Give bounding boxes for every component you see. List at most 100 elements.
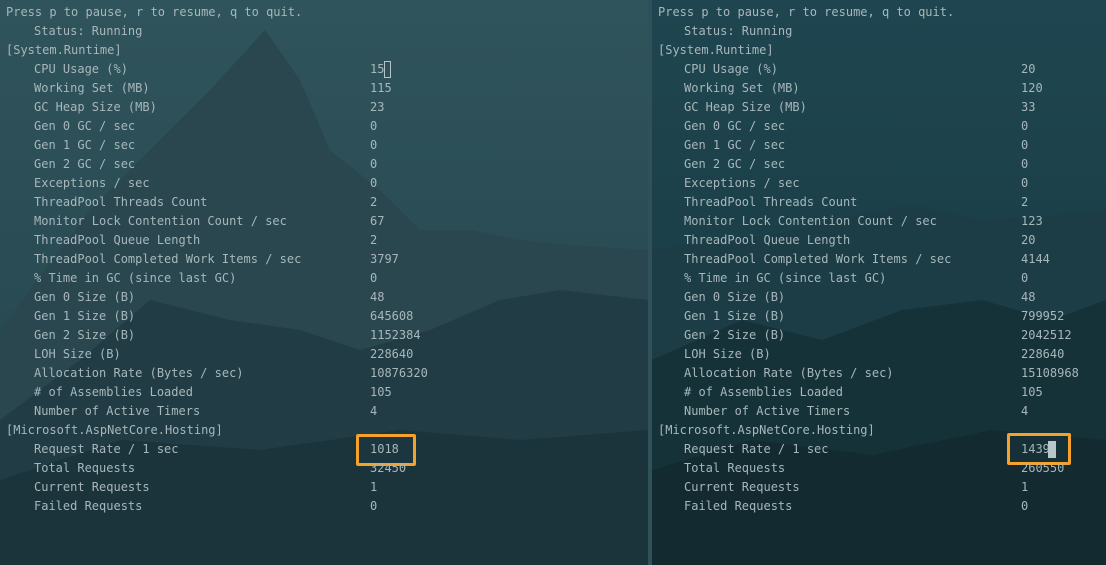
status-line: Status: Running bbox=[684, 24, 793, 38]
metric-value: 0 bbox=[1021, 119, 1029, 133]
metric-name: LOH Size (B) bbox=[684, 347, 771, 361]
metric-value: 0 bbox=[370, 176, 378, 190]
metric-value: 0 bbox=[1021, 138, 1029, 152]
metric-value: 0 bbox=[1021, 499, 1029, 513]
metric-value: 115 bbox=[370, 81, 392, 95]
metric-name: Gen 2 GC / sec bbox=[684, 157, 786, 171]
metric-name: # of Assemblies Loaded bbox=[34, 385, 193, 399]
metric-value: 10876320 bbox=[370, 366, 428, 380]
metric-name: Total Requests bbox=[684, 461, 786, 475]
metric-name: Gen 0 Size (B) bbox=[684, 290, 786, 304]
metric-name: CPU Usage (%) bbox=[34, 62, 128, 76]
metric-name: Gen 2 Size (B) bbox=[684, 328, 786, 342]
metric-value: 15 bbox=[370, 62, 385, 76]
metric-name: Gen 0 GC / sec bbox=[34, 119, 136, 133]
metric-name: Gen 0 GC / sec bbox=[684, 119, 786, 133]
metric-name: Total Requests bbox=[34, 461, 136, 475]
section-header-runtime: [System.Runtime] bbox=[658, 43, 774, 57]
hint-line: Press p to pause, r to resume, q to quit… bbox=[658, 5, 955, 19]
terminal-pane-left[interactable]: Press p to pause, r to resume, q to quit… bbox=[0, 0, 648, 565]
metric-value: 0 bbox=[1021, 157, 1029, 171]
metric-name: ThreadPool Queue Length bbox=[34, 233, 201, 247]
metric-value: 48 bbox=[1021, 290, 1036, 304]
metric-name: Number of Active Timers bbox=[34, 404, 201, 418]
section-header-hosting: [Microsoft.AspNetCore.Hosting] bbox=[658, 423, 875, 437]
metric-name: Allocation Rate (Bytes / sec) bbox=[684, 366, 894, 380]
metric-value: 1 bbox=[370, 480, 378, 494]
metric-value: 2 bbox=[370, 233, 378, 247]
metric-value: 2042512 bbox=[1021, 328, 1072, 342]
metric-value: 0 bbox=[370, 119, 378, 133]
metric-name: ThreadPool Completed Work Items / sec bbox=[684, 252, 952, 266]
cursor bbox=[384, 61, 391, 78]
metric-name: Gen 1 GC / sec bbox=[684, 138, 786, 152]
metric-name: Gen 0 Size (B) bbox=[34, 290, 136, 304]
metric-name: ThreadPool Completed Work Items / sec bbox=[34, 252, 302, 266]
metric-value: 33 bbox=[1021, 100, 1036, 114]
metric-value: 645608 bbox=[370, 309, 414, 323]
metric-value: 2 bbox=[1021, 195, 1029, 209]
metric-value: 15108968 bbox=[1021, 366, 1079, 380]
metric-name: CPU Usage (%) bbox=[684, 62, 778, 76]
cursor bbox=[1048, 441, 1056, 458]
metric-name: Monitor Lock Contention Count / sec bbox=[34, 214, 287, 228]
metric-name: Monitor Lock Contention Count / sec bbox=[684, 214, 937, 228]
metric-name: Number of Active Timers bbox=[684, 404, 851, 418]
metric-name: # of Assemblies Loaded bbox=[684, 385, 843, 399]
metric-value: 0 bbox=[370, 271, 378, 285]
metric-value: 228640 bbox=[370, 347, 414, 361]
metric-value: 4144 bbox=[1021, 252, 1050, 266]
metric-name: ThreadPool Threads Count bbox=[684, 195, 858, 209]
metric-value: 228640 bbox=[1021, 347, 1065, 361]
metric-name: GC Heap Size (MB) bbox=[34, 100, 157, 114]
metric-value: 0 bbox=[1021, 176, 1029, 190]
section-header-runtime: [System.Runtime] bbox=[6, 43, 122, 57]
metric-value: 260550 bbox=[1021, 461, 1065, 475]
metric-value: 48 bbox=[370, 290, 385, 304]
metric-name: Failed Requests bbox=[34, 499, 143, 513]
metric-name: Exceptions / sec bbox=[684, 176, 800, 190]
request-rate-value: 1018 bbox=[370, 442, 399, 456]
metric-value: 23 bbox=[370, 100, 385, 114]
metric-name: % Time in GC (since last GC) bbox=[34, 271, 237, 285]
metric-name: Current Requests bbox=[34, 480, 150, 494]
metric-name: Working Set (MB) bbox=[34, 81, 150, 95]
metric-value: 799952 bbox=[1021, 309, 1065, 323]
metric-value: 2 bbox=[370, 195, 378, 209]
metric-value: 0 bbox=[370, 138, 378, 152]
metric-value: 105 bbox=[370, 385, 392, 399]
metric-value: 4 bbox=[1021, 404, 1029, 418]
section-header-hosting: [Microsoft.AspNetCore.Hosting] bbox=[6, 423, 223, 437]
metric-value: 0 bbox=[1021, 271, 1029, 285]
metric-value: 0 bbox=[370, 157, 378, 171]
metric-name: ThreadPool Queue Length bbox=[684, 233, 851, 247]
metric-value: 67 bbox=[370, 214, 385, 228]
metric-name: Allocation Rate (Bytes / sec) bbox=[34, 366, 244, 380]
metric-name: Gen 1 Size (B) bbox=[34, 309, 136, 323]
metric-name: ThreadPool Threads Count bbox=[34, 195, 208, 209]
terminal-pane-right[interactable]: Press p to pause, r to resume, q to quit… bbox=[652, 0, 1106, 565]
metric-value: 120 bbox=[1021, 81, 1043, 95]
metric-value: 20 bbox=[1021, 62, 1036, 76]
metric-value: 32450 bbox=[370, 461, 407, 475]
metric-value: 4 bbox=[370, 404, 378, 418]
metric-value: 1 bbox=[1021, 480, 1029, 494]
metric-name: GC Heap Size (MB) bbox=[684, 100, 807, 114]
metric-name: Working Set (MB) bbox=[684, 81, 800, 95]
metric-name: LOH Size (B) bbox=[34, 347, 121, 361]
metric-value: 105 bbox=[1021, 385, 1043, 399]
metric-name: Request Rate / 1 sec bbox=[684, 442, 829, 456]
metric-name: Gen 2 GC / sec bbox=[34, 157, 136, 171]
metric-name: Gen 1 GC / sec bbox=[34, 138, 136, 152]
metric-value: 20 bbox=[1021, 233, 1036, 247]
request-rate-value: 1439 bbox=[1021, 442, 1050, 456]
metric-value: 1152384 bbox=[370, 328, 421, 342]
metric-value: 3797 bbox=[370, 252, 399, 266]
metric-name: Failed Requests bbox=[684, 499, 793, 513]
metric-name: Gen 2 Size (B) bbox=[34, 328, 136, 342]
metric-value: 123 bbox=[1021, 214, 1043, 228]
metric-name: % Time in GC (since last GC) bbox=[684, 271, 887, 285]
metric-name: Gen 1 Size (B) bbox=[684, 309, 786, 323]
metric-name: Request Rate / 1 sec bbox=[34, 442, 179, 456]
metric-name: Exceptions / sec bbox=[34, 176, 150, 190]
